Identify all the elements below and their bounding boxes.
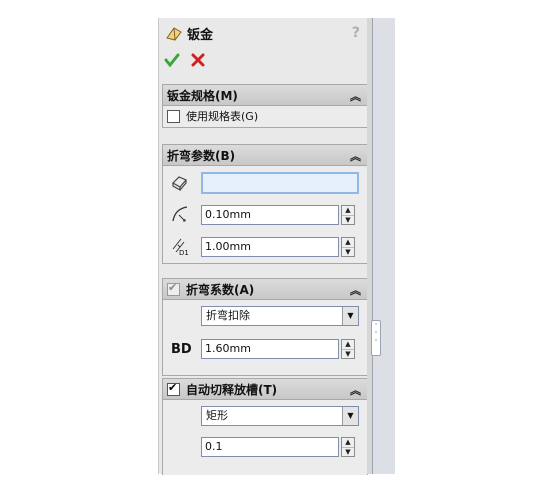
- section-header-allowance[interactable]: 折弯系数(A) ︽: [163, 279, 367, 300]
- relief-type-select[interactable]: 矩形 ▼: [201, 406, 359, 426]
- select-value: 折弯扣除: [206, 309, 250, 322]
- section-title: 折弯系数(A): [186, 282, 255, 297]
- section-auto-relief: 自动切释放槽(T) ︽ 矩形 ▼ 0.1 ▲▼: [162, 378, 368, 475]
- thickness-spinner[interactable]: ▲ ▼: [341, 237, 355, 257]
- check-icon[interactable]: [164, 52, 180, 68]
- bd-input[interactable]: 1.60mm: [201, 339, 339, 359]
- section-header-relief[interactable]: 自动切释放槽(T) ︽: [163, 379, 367, 400]
- section-title: 折弯参数(B): [167, 148, 236, 163]
- double-chevron-up-icon[interactable]: ︽: [350, 382, 361, 398]
- section-header-bend[interactable]: 折弯参数(B) ︽: [163, 145, 367, 166]
- graphics-area-edge: [372, 18, 395, 474]
- panel-title: 钣金: [187, 27, 214, 43]
- use-gauge-table-label: 使用规格表(G): [186, 110, 259, 123]
- x-icon[interactable]: [190, 52, 206, 68]
- bd-label: BD: [171, 342, 192, 357]
- section-title: 自动切释放槽(T): [186, 382, 278, 397]
- relief-ratio-input[interactable]: 0.1: [201, 437, 339, 457]
- bend-radius-input[interactable]: 0.10mm: [201, 205, 339, 225]
- section-sheet-metal-gauge: 钣金规格(M) ︽ 使用规格表(G): [162, 84, 368, 128]
- bend-allowance-checkbox[interactable]: [167, 281, 180, 296]
- thickness-input[interactable]: 1.00mm: [201, 237, 339, 257]
- panel-title-bar: 钣金 ?: [159, 18, 368, 48]
- double-chevron-up-icon[interactable]: ︽: [350, 88, 361, 104]
- chevron-down-icon[interactable]: ▼: [342, 407, 358, 425]
- help-icon[interactable]: ?: [352, 25, 360, 41]
- fixed-face-input[interactable]: [201, 172, 359, 194]
- section-header-gauge[interactable]: 钣金规格(M) ︽: [163, 85, 367, 106]
- sheet-metal-icon: [166, 27, 182, 41]
- section-bend-allowance: 折弯系数(A) ︽ 折弯扣除 ▼ BD 1.60mm ▲▼: [162, 278, 368, 376]
- bend-radius-spinner[interactable]: ▲ ▼: [341, 205, 355, 225]
- section-bend-parameters: 折弯参数(B) ︽ 0.10mm ▲ ▼ D1 1.00mm ▲ ▼: [162, 144, 368, 264]
- panel-resize-grip[interactable]: · · ·: [371, 320, 381, 356]
- select-value: 矩形: [206, 409, 228, 422]
- bend-allowance-type-select[interactable]: 折弯扣除 ▼: [201, 306, 359, 326]
- section-title: 钣金规格(M): [167, 88, 238, 103]
- sheet-metal-property-manager: 钣金 ? 钣金规格(M) ︽ 使用规格表(G) 折弯参数(B) ︽ 0.10mm…: [158, 18, 368, 475]
- gauge-table-row: 使用规格表(G): [163, 106, 367, 126]
- double-chevron-up-icon[interactable]: ︽: [350, 148, 361, 164]
- auto-relief-checkbox[interactable]: [167, 381, 180, 396]
- use-gauge-table-checkbox[interactable]: [167, 109, 180, 123]
- double-chevron-up-icon[interactable]: ︽: [350, 282, 361, 298]
- ok-cancel-bar: [164, 52, 206, 68]
- chevron-down-icon[interactable]: ▼: [342, 307, 358, 325]
- bd-spinner[interactable]: ▲ ▼: [341, 339, 355, 359]
- fixed-face-icon: [172, 176, 187, 192]
- relief-ratio-spinner[interactable]: ▲ ▼: [341, 437, 355, 457]
- thickness-icon-label: D1: [179, 249, 189, 257]
- bend-radius-icon: [172, 206, 188, 222]
